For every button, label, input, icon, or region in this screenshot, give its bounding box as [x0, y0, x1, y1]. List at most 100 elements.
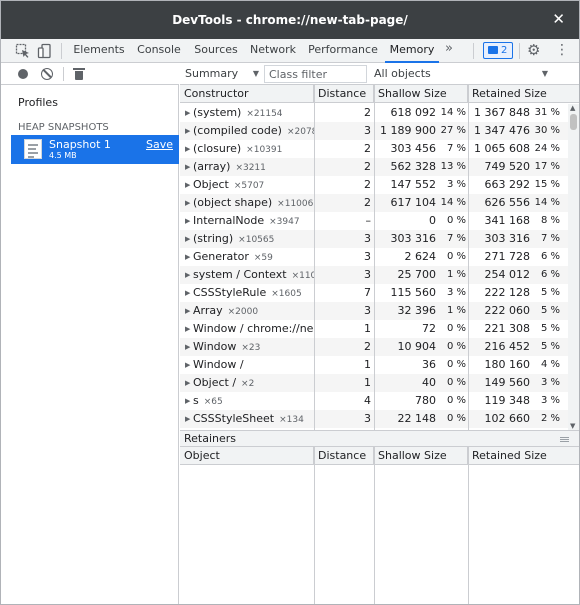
close-icon[interactable]: ✕: [552, 10, 565, 28]
instance-count: ×10565: [238, 235, 275, 245]
column-header-distance[interactable]: Distance: [314, 447, 374, 465]
expand-triangle-icon[interactable]: ▶: [185, 266, 193, 284]
heap-snapshots-header: HEAP SNAPSHOTS: [18, 122, 109, 133]
expand-triangle-icon[interactable]: ▶: [185, 140, 193, 158]
expand-triangle-icon[interactable]: ▶: [185, 302, 193, 320]
instance-count: ×1104: [291, 271, 314, 281]
device-toolbar-icon[interactable]: [37, 43, 53, 59]
instance-count: ×21154: [246, 109, 283, 119]
scope-select[interactable]: All objects ▼: [374, 66, 558, 82]
toolbar-divider: [519, 43, 520, 59]
column-header-object[interactable]: Object: [180, 447, 314, 465]
save-snapshot-link[interactable]: Save: [146, 138, 173, 151]
snapshot-name: Snapshot 1: [49, 138, 111, 151]
constructor-name: CSSStyleRule: [193, 286, 267, 299]
shallow-size-cell: 10 904: [397, 340, 437, 353]
inspect-element-icon[interactable]: [15, 43, 31, 59]
snapshot-list-item[interactable]: Snapshot 1 4.5 MB Save: [11, 135, 179, 164]
expand-triangle-icon[interactable]: ▶: [185, 104, 193, 122]
column-header-retained-size[interactable]: Retained Size: [468, 85, 579, 103]
expand-triangle-icon[interactable]: ▶: [185, 248, 193, 266]
constructor-cell: ▶ CSSStyleSheet ×134: [180, 410, 314, 428]
gear-icon[interactable]: ⚙: [527, 42, 540, 58]
expand-triangle-icon[interactable]: ▶: [185, 320, 193, 338]
view-select[interactable]: Summary ▼: [185, 66, 259, 82]
instance-count: ×3211: [235, 163, 266, 173]
tab-memory[interactable]: Memory: [385, 39, 439, 63]
instance-count: ×11006: [277, 199, 314, 209]
shallow-percent-cell: 27 %: [440, 125, 466, 136]
shallow-size-cell: 22 148: [397, 412, 437, 425]
expand-triangle-icon[interactable]: ▶: [185, 338, 193, 356]
retained-size-cell: 222 128: [484, 286, 531, 299]
distance-cell: 3: [364, 250, 371, 263]
instance-count: ×23: [241, 343, 261, 353]
scroll-up-icon[interactable]: ▲: [570, 104, 575, 112]
shallow-size-cell: 72: [422, 322, 436, 335]
retained-size-cell: 1 367 848: [474, 106, 530, 119]
tab-performance[interactable]: Performance: [305, 39, 381, 62]
more-tabs-icon[interactable]: »: [445, 41, 453, 56]
expand-triangle-icon[interactable]: ▶: [185, 176, 193, 194]
scroll-down-icon[interactable]: ▼: [570, 422, 575, 430]
shallow-percent-cell: 3 %: [446, 179, 466, 190]
tab-network[interactable]: Network: [247, 39, 299, 62]
toolbar-divider: [473, 43, 474, 59]
distance-cell: 2: [364, 142, 371, 155]
class-filter-input[interactable]: [264, 65, 367, 83]
shallow-percent-cell: 0 %: [446, 323, 466, 334]
resize-handle-icon[interactable]: [560, 437, 569, 442]
issues-counter-button[interactable]: 2: [483, 42, 513, 59]
shallow-percent-cell: 0 %: [446, 215, 466, 226]
expand-triangle-icon[interactable]: ▶: [185, 356, 193, 374]
tab-sources[interactable]: Sources: [191, 39, 241, 62]
constructor-name: (compiled code): [193, 124, 282, 137]
collect-garbage-icon[interactable]: [73, 67, 85, 81]
retained-percent-cell: 8 %: [540, 215, 560, 226]
retained-size-cell: 102 660: [484, 412, 531, 425]
clear-all-icon[interactable]: [41, 68, 53, 80]
scope-select-value: All objects: [374, 67, 431, 80]
distance-cell: 3: [364, 124, 371, 137]
window-title: DevTools - chrome://new-tab-page/: [172, 13, 408, 27]
table-scrollbar[interactable]: ▲ ▼: [568, 104, 579, 430]
expand-triangle-icon[interactable]: ▶: [185, 374, 193, 392]
constructor-name: (system): [193, 106, 242, 119]
column-header-shallow-size[interactable]: Shallow Size: [374, 85, 468, 103]
expand-triangle-icon[interactable]: ▶: [185, 194, 193, 212]
constructor-cell: ▶ (closure) ×10391: [180, 140, 314, 158]
column-header-shallow-size[interactable]: Shallow Size: [374, 447, 468, 465]
column-header-retained-size[interactable]: Retained Size: [468, 447, 579, 465]
retained-percent-cell: 7 %: [540, 233, 560, 244]
expand-triangle-icon[interactable]: ▶: [185, 122, 193, 140]
distance-cell: 1: [364, 376, 371, 389]
tab-console[interactable]: Console: [133, 39, 185, 62]
more-options-icon[interactable]: ⋮: [555, 42, 569, 58]
expand-triangle-icon[interactable]: ▶: [185, 158, 193, 176]
retained-size-cell: 1 065 608: [474, 142, 530, 155]
toolbar-divider: [61, 43, 62, 59]
retained-size-cell: 663 292: [484, 178, 531, 191]
distance-cell: 4: [364, 394, 371, 407]
instance-count: ×20782: [286, 127, 314, 137]
shallow-size-cell: 303 316: [390, 232, 437, 245]
column-divider: [374, 85, 375, 430]
column-header-distance[interactable]: Distance: [314, 85, 374, 103]
record-icon[interactable]: [18, 69, 28, 79]
constructor-cell: ▶ (system) ×21154: [180, 104, 314, 122]
expand-triangle-icon[interactable]: ▶: [185, 392, 193, 410]
column-divider: [314, 85, 315, 430]
expand-triangle-icon[interactable]: ▶: [185, 284, 193, 302]
expand-triangle-icon[interactable]: ▶: [185, 230, 193, 248]
retained-percent-cell: 30 %: [534, 125, 560, 136]
tab-elements[interactable]: Elements: [71, 39, 127, 62]
expand-triangle-icon[interactable]: ▶: [185, 410, 193, 428]
instance-count: ×10391: [246, 145, 283, 155]
retained-percent-cell: 6 %: [540, 269, 560, 280]
expand-triangle-icon[interactable]: ▶: [185, 212, 193, 230]
column-divider: [468, 447, 469, 604]
distance-cell: 7: [364, 286, 371, 299]
constructor-cell: ▶ Object ×5707: [180, 176, 314, 194]
column-header-constructor[interactable]: Constructor: [180, 85, 314, 103]
scrollbar-thumb[interactable]: [570, 114, 577, 130]
